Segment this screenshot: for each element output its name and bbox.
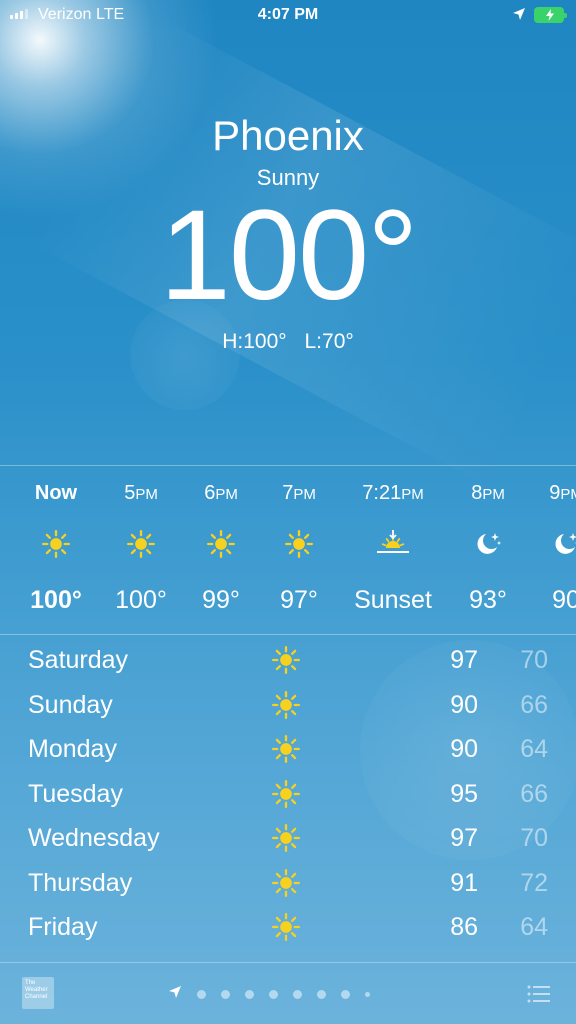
page-indicator[interactable]	[168, 985, 370, 1004]
city-list-icon[interactable]	[527, 984, 551, 1009]
sun-icon	[272, 735, 300, 768]
hour-label: 7PM	[282, 482, 316, 504]
day-low: 72	[520, 868, 548, 897]
daily-row: Friday 86 64	[0, 907, 576, 951]
weather-channel-logo-text: The Weather Channel	[25, 980, 48, 1000]
daily-row: Monday 90 64	[0, 729, 576, 773]
page-dot[interactable]	[197, 990, 206, 999]
sun-icon	[272, 690, 300, 724]
battery-charging-icon	[534, 7, 567, 23]
high-temperature: H:100°	[222, 330, 287, 353]
day-name: Monday	[28, 735, 117, 763]
daily-row: Tuesday 95 66	[0, 774, 576, 818]
daily-row: Sunday 90 66	[0, 685, 576, 729]
day-low: 64	[520, 913, 548, 941]
sun-icon	[272, 779, 300, 813]
page-dot[interactable]	[365, 992, 370, 997]
sun-icon	[272, 824, 300, 857]
hour-temperature: 97°	[280, 586, 318, 614]
sun-icon	[272, 913, 300, 946]
city-name: Phoenix	[212, 112, 364, 159]
weather-channel-logo[interactable]: The Weather Channel	[22, 977, 54, 1009]
day-high: 90	[450, 735, 478, 763]
day-high: 86	[450, 913, 478, 941]
day-high: 91	[450, 868, 478, 897]
daily-row: Wednesday 97 70	[0, 818, 576, 862]
day-name: Wednesday	[28, 824, 160, 852]
location-arrow-icon	[512, 7, 526, 26]
sunset-icon	[343, 530, 443, 560]
page-dot[interactable]	[221, 990, 230, 999]
hourly-item: 7:21PM Sunset	[343, 466, 443, 634]
day-low: 64	[520, 735, 548, 763]
hourly-forecast-strip[interactable]: Now 100° 5PM 100° 6PM 99° 7PM 97° 7:21PM…	[0, 466, 576, 634]
hourly-item: 9PM 90	[516, 466, 576, 634]
day-high: 95	[450, 779, 478, 808]
status-time: 4:07 PM	[257, 6, 319, 23]
current-location-page-icon[interactable]	[168, 985, 182, 1004]
daily-row: Saturday 97 70	[0, 640, 576, 684]
hour-temperature: Sunset	[354, 586, 432, 614]
day-name: Friday	[28, 913, 98, 941]
hourly-bottom-divider	[0, 634, 576, 635]
day-name: Saturday	[28, 646, 129, 674]
current-temperature: 100°	[159, 184, 419, 327]
sun-icon	[272, 868, 300, 902]
day-low: 70	[520, 824, 548, 852]
hour-label: 7:21PM	[362, 482, 424, 504]
page-dot[interactable]	[245, 990, 254, 999]
page-dot[interactable]	[317, 990, 326, 999]
high-low: H:100° L:70°	[0, 330, 576, 354]
day-high: 97	[450, 824, 478, 852]
sun-icon	[272, 646, 300, 679]
hour-temperature: 90	[552, 586, 576, 614]
moon-stars-icon	[516, 530, 576, 560]
day-high: 90	[450, 690, 478, 719]
status-bar: Verizon LTE 4:07 PM	[0, 0, 576, 32]
day-name: Tuesday	[28, 779, 123, 808]
page-dot[interactable]	[293, 990, 302, 999]
daily-bottom-divider	[0, 962, 576, 963]
daily-row: Thursday 91 72	[0, 863, 576, 907]
page-dot[interactable]	[341, 990, 350, 999]
day-name: Thursday	[28, 868, 133, 897]
hourly-item: 7PM 97°	[249, 466, 349, 634]
day-low: 66	[520, 690, 548, 719]
page-dot[interactable]	[269, 990, 278, 999]
hour-label: 9PM	[549, 482, 576, 504]
day-low: 66	[520, 779, 548, 808]
day-name: Sunday	[28, 690, 113, 719]
low-temperature: L:70°	[304, 330, 354, 353]
sun-icon	[249, 530, 349, 560]
day-high: 97	[450, 646, 478, 674]
day-low: 70	[520, 646, 548, 674]
